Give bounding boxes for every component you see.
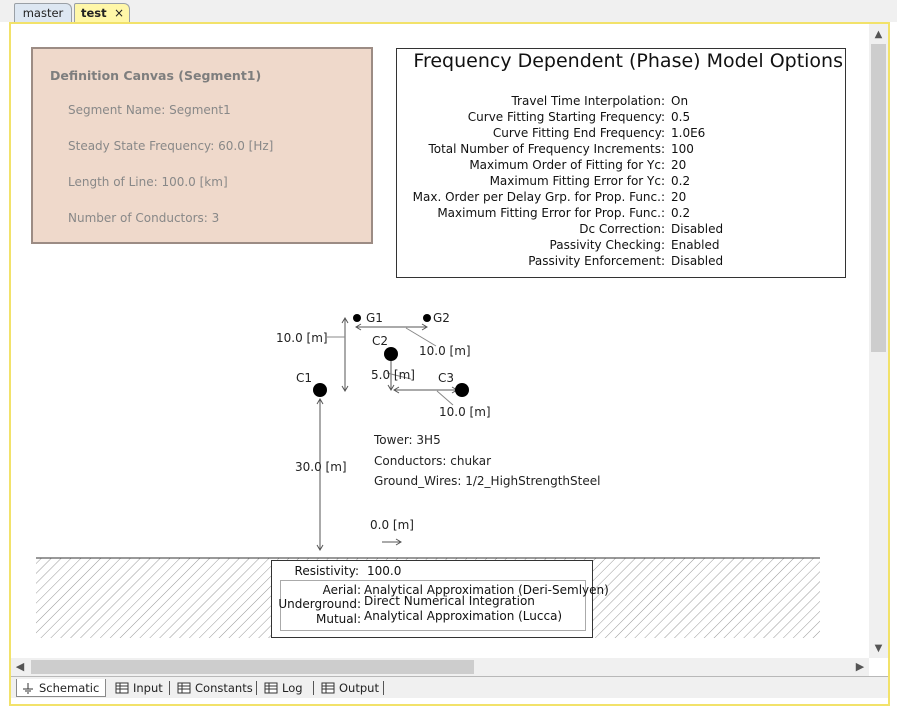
tab-master-label: master (22, 6, 64, 20)
vertical-scrollbar[interactable]: ▲ ▼ (869, 24, 888, 658)
conductor-c2[interactable] (384, 347, 398, 361)
vertical-scroll-thumb[interactable] (871, 44, 886, 352)
ground-properties-box[interactable]: Resistivity: 100.0 Aerial: Analytical Ap… (271, 560, 609, 638)
close-icon[interactable]: × (114, 4, 124, 22)
dim-label-c3-spacing: 10.0 [m] (439, 405, 491, 419)
tab-schematic[interactable]: Schematic (16, 679, 106, 697)
dim-label-g-height: 10.0 [m] (276, 331, 328, 345)
tab-master[interactable]: master (14, 3, 72, 22)
tab-separator (169, 681, 170, 695)
schematic-canvas[interactable]: Definition Canvas (Segment1) Segment Nam… (11, 24, 869, 658)
horizontal-scrollbar[interactable]: ◀ ▶ (11, 658, 869, 676)
resistivity-label: Resistivity: (294, 564, 359, 578)
label-c3: C3 (438, 371, 455, 385)
ground-wire-type: Ground_Wires: 1/2_HighStrengthSteel (374, 474, 601, 488)
ground-wire-g2[interactable] (423, 314, 431, 322)
dim-label-g-spacing: 10.0 [m] (419, 344, 471, 358)
conductor-type: Conductors: chukar (374, 454, 492, 468)
document-tab-bar: master test × (0, 0, 897, 22)
tab-input[interactable]: Input (111, 679, 166, 697)
scroll-left-icon[interactable]: ◀ (11, 658, 29, 676)
tab-output-label: Output (339, 681, 379, 695)
dim-label-offset: 0.0 [m] (370, 518, 414, 532)
table-icon (115, 682, 129, 694)
scroll-down-icon[interactable]: ▼ (869, 640, 888, 658)
ground-wire-g1[interactable] (353, 314, 361, 322)
view-tab-bar: Schematic Input Constants Log Output (11, 676, 888, 698)
tab-input-label: Input (133, 681, 163, 695)
resistivity-value: 100.0 (367, 564, 402, 578)
dim-label-c1-height: 30.0 [m] (295, 460, 347, 474)
tab-output[interactable]: Output (317, 679, 382, 697)
label-g2: G2 (433, 311, 450, 325)
tab-schematic-label: Schematic (39, 681, 100, 695)
tab-separator (383, 681, 384, 695)
mutual-value: Analytical Approximation (Lucca) (364, 609, 563, 623)
tab-log-label: Log (282, 681, 303, 695)
tab-separator (256, 681, 257, 695)
tab-separator (313, 681, 314, 695)
schematic-icon (23, 683, 33, 694)
label-c1: C1 (296, 371, 313, 385)
tower-name: Tower: 3H5 (374, 433, 441, 447)
label-c2: C2 (372, 334, 389, 348)
table-icon (177, 682, 191, 694)
mutual-label: Mutual: (316, 612, 361, 626)
table-icon (321, 682, 335, 694)
label-g1: G1 (366, 311, 383, 325)
horizontal-scroll-thumb[interactable] (31, 660, 474, 674)
conductor-c3[interactable] (455, 383, 469, 397)
tab-log[interactable]: Log (260, 679, 310, 697)
scroll-right-icon[interactable]: ▶ (851, 658, 869, 676)
dim-label-c2-height: 5.0 [m] (371, 368, 415, 382)
underground-value: Direct Numerical Integration (364, 594, 535, 608)
tab-constants[interactable]: Constants (173, 679, 253, 697)
tab-test-label: test (81, 6, 107, 20)
conductor-c1[interactable] (313, 383, 327, 397)
aerial-label: Aerial: (322, 583, 361, 597)
tab-constants-label: Constants (195, 681, 253, 695)
scroll-up-icon[interactable]: ▲ (869, 26, 888, 44)
underground-label: Underground: (278, 597, 361, 611)
table-icon (264, 682, 278, 694)
leader-line (436, 390, 454, 406)
tab-test[interactable]: test × (74, 3, 130, 22)
